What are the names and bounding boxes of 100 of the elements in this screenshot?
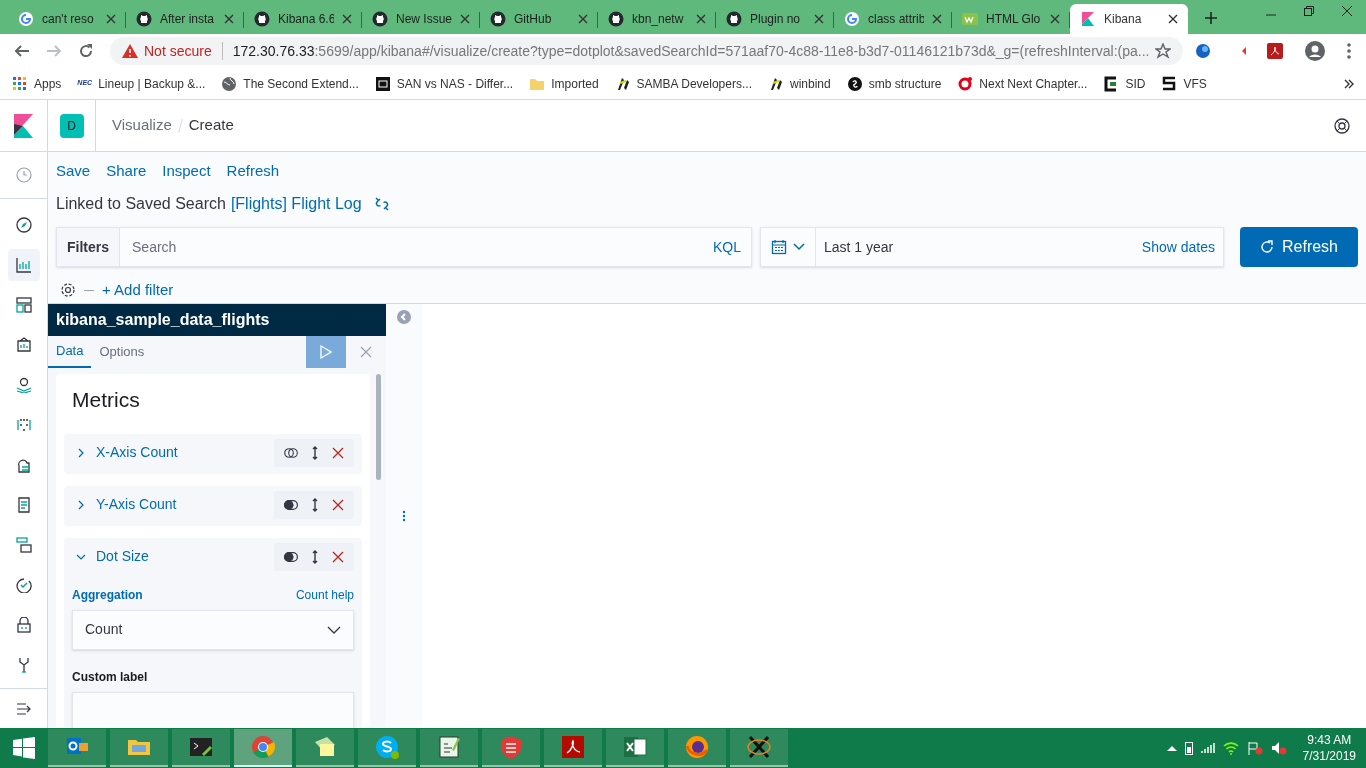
play-icon	[320, 345, 332, 359]
add-filter-link[interactable]: + Add filter	[102, 279, 174, 302]
remove-icon[interactable]	[332, 550, 344, 563]
show-dates-link[interactable]: Show dates	[1133, 236, 1223, 258]
bookmark[interactable]: smb structure	[846, 74, 942, 93]
close-icon[interactable]	[1342, 6, 1352, 16]
toggle-icon[interactable]	[284, 447, 298, 458]
apps-icon	[12, 75, 28, 92]
browser-tab[interactable]: GitHub	[480, 4, 598, 34]
browser-tab[interactable]: After insta	[126, 4, 244, 34]
bookmark[interactable]: Next Next Chapter...	[957, 74, 1088, 93]
close-icon[interactable]	[106, 14, 116, 24]
close-icon[interactable]	[578, 14, 588, 24]
volume-muted-icon[interactable]	[1270, 741, 1287, 755]
bookmark[interactable]: Apps	[12, 74, 62, 93]
resize-handle-icon[interactable]	[402, 510, 406, 522]
taskbar-app[interactable]	[420, 729, 478, 767]
close-icon[interactable]	[1168, 14, 1178, 24]
menu-link[interactable]: Refresh	[226, 159, 280, 183]
browser-tab[interactable]: New Issue	[362, 4, 480, 34]
bookmark[interactable]: SID	[1103, 74, 1146, 93]
close-icon[interactable]	[814, 14, 824, 24]
browser-tab[interactable]: HTML Glo	[952, 4, 1070, 34]
restore-icon[interactable]	[1304, 6, 1314, 16]
taskbar-app[interactable]	[606, 729, 664, 767]
scrollbar-thumb[interactable]	[376, 374, 381, 480]
close-icon[interactable]	[224, 14, 234, 24]
bookmark[interactable]: The Second Extend...	[221, 74, 359, 93]
drag-handle-icon[interactable]	[312, 445, 318, 460]
menu-link[interactable]: Inspect	[162, 159, 211, 183]
settings-icon[interactable]	[60, 282, 76, 299]
drag-handle-icon[interactable]	[312, 549, 318, 564]
toggle-icon[interactable]	[284, 499, 298, 510]
battery-icon[interactable]	[1184, 741, 1193, 755]
editor-tab[interactable]: Options	[91, 336, 153, 368]
collapse-icon[interactable]	[397, 310, 411, 324]
extension-icon[interactable]	[1195, 43, 1212, 59]
metric-title[interactable]: Dot Size	[96, 546, 264, 567]
browser-tab[interactable]: Plugin no	[716, 4, 834, 34]
bookmark[interactable]: winbind	[767, 74, 831, 93]
breadcrumb[interactable]: Visualize	[112, 114, 172, 137]
clock-date[interactable]: 7/31/2019	[1302, 748, 1356, 764]
reload-icon[interactable]	[78, 43, 94, 59]
help-link[interactable]: Count help	[295, 585, 354, 604]
more-icon[interactable]	[1347, 43, 1352, 59]
chevron-up-icon[interactable]	[1166, 745, 1177, 751]
editor-tab[interactable]: Data	[48, 336, 92, 368]
security-warning[interactable]: Not secure	[144, 40, 212, 62]
remove-icon[interactable]	[332, 446, 344, 459]
chevron-icon[interactable]	[1344, 78, 1354, 89]
browser-tab[interactable]: Kibana 6.6	[244, 4, 362, 34]
close-icon[interactable]	[696, 14, 706, 24]
kibana-logo-icon[interactable]	[14, 113, 33, 138]
profile-icon[interactable]	[1305, 41, 1326, 61]
close-icon[interactable]	[932, 14, 942, 24]
address-field[interactable]: Not secure 172.30.76.33:5699/app/kibana#/visualize/create?type=dotplot&savedSearchId=571aaf70-4c88-11e8-b3d7-01146121b73d&_g=(refreshInterval:(pa...	[110, 37, 1184, 65]
bookmark[interactable]: Imported	[529, 74, 599, 93]
nav-item[interactable]	[7, 249, 40, 281]
space-avatar[interactable]: D	[59, 113, 84, 138]
custom-label-field[interactable]	[72, 691, 354, 728]
search-field[interactable]: Search	[120, 228, 703, 266]
star-icon[interactable]	[1155, 43, 1172, 59]
close-icon[interactable]	[1050, 14, 1060, 24]
collapse-menu-icon[interactable]	[15, 702, 32, 715]
aggregation-select[interactable]: Count	[72, 609, 354, 650]
query-bar[interactable]: Filters Search KQL	[56, 227, 752, 267]
menu-link[interactable]: Share	[106, 159, 147, 183]
calendar-icon	[771, 239, 787, 255]
browser-tab[interactable]: kbn_netw	[598, 4, 716, 34]
saved-search-link[interactable]: [Flights] Flight Log	[230, 192, 362, 216]
close-icon[interactable]	[342, 14, 352, 24]
menu-link[interactable]: Save	[56, 159, 91, 183]
toggle-icon[interactable]	[284, 551, 298, 562]
wifi-icon[interactable]	[1222, 741, 1239, 755]
taskbar-app[interactable]	[172, 729, 230, 767]
bookmark[interactable]: SAMBA Developers...	[614, 74, 752, 93]
kql-button[interactable]: KQL	[703, 228, 751, 266]
bookmark[interactable]: VFS	[1161, 74, 1207, 93]
filters-button[interactable]: Filters	[57, 228, 120, 266]
remove-icon[interactable]	[332, 498, 344, 511]
browser-tab[interactable]: can't reso	[8, 4, 126, 34]
pdf-icon[interactable]	[1267, 43, 1284, 59]
bookmark[interactable]: SAN vs NAS - Differ...	[374, 74, 514, 93]
browser-tab[interactable]: class attrib	[834, 4, 952, 34]
browser-tab[interactable]: Kibana	[1070, 4, 1188, 34]
index-pattern-title: kibana_sample_data_flights	[48, 304, 386, 336]
flag-alert-icon[interactable]	[1246, 741, 1263, 755]
octocat-icon	[372, 11, 388, 27]
taskbar-app[interactable]	[730, 729, 788, 767]
unlink-icon[interactable]	[373, 196, 390, 212]
refresh-button[interactable]: Refresh	[1240, 227, 1358, 267]
new-tab-icon[interactable]	[1204, 11, 1218, 25]
back-icon[interactable]	[14, 43, 30, 59]
help-icon[interactable]	[1334, 117, 1350, 134]
close-icon[interactable]	[460, 14, 470, 24]
signal-icon[interactable]	[1200, 742, 1215, 754]
clock-time[interactable]: 9:43 AM	[1307, 732, 1352, 748]
taskbar-app[interactable]	[668, 729, 726, 767]
drag-handle-icon[interactable]	[312, 497, 318, 512]
flow-icon	[15, 537, 32, 553]
